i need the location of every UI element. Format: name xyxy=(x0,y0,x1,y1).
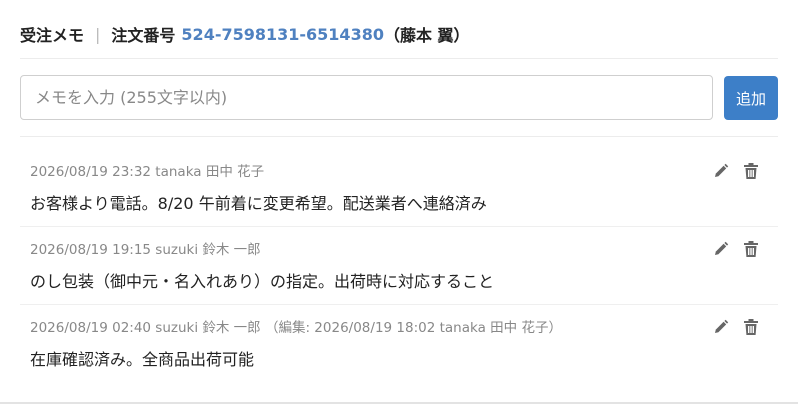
order-number-label: 注文番号 xyxy=(111,26,176,45)
pencil-icon[interactable] xyxy=(712,162,730,180)
memo-text: お客様より電話。8/20 午前着に変更希望。配送業者へ連絡済み xyxy=(30,194,487,213)
input-divider xyxy=(20,136,778,137)
order-number-link[interactable]: 524-7598131-6514380 xyxy=(181,25,384,44)
memo-item: 2026/08/19 19:15 suzuki 鈴木 一郎 のし包装（御中元・名… xyxy=(20,238,778,305)
memo-meta: 2026/08/19 02:40 suzuki 鈴木 一郎 （編集: 2026/… xyxy=(30,320,562,336)
trash-icon[interactable] xyxy=(742,240,760,258)
add-memo-button[interactable]: 追加 xyxy=(724,76,778,120)
memo-actions xyxy=(712,162,760,180)
memo-item: 2026/08/19 02:40 suzuki 鈴木 一郎 （編集: 2026/… xyxy=(20,316,778,376)
memo-text: のし包装（御中元・名入れあり）の指定。出荷時に対応すること xyxy=(30,272,495,291)
trash-icon[interactable] xyxy=(742,162,760,180)
customer-name: （藤本 翼） xyxy=(383,26,470,45)
memo-actions xyxy=(712,318,760,336)
memo-item: 2026/08/19 23:32 tanaka 田中 花子 お客様より電話。8/… xyxy=(20,160,778,227)
memo-meta: 2026/08/19 23:32 tanaka 田中 花子 xyxy=(30,164,265,180)
panel-title: 受注メモ xyxy=(20,26,85,45)
header-separator: | xyxy=(95,24,101,44)
memo-text: 在庫確認済み。全商品出荷可能 xyxy=(30,350,255,369)
pencil-icon[interactable] xyxy=(712,240,730,258)
trash-icon[interactable] xyxy=(742,318,760,336)
memo-actions xyxy=(712,240,760,258)
header-divider xyxy=(20,58,778,59)
pencil-icon[interactable] xyxy=(712,318,730,336)
memo-input[interactable] xyxy=(20,75,713,120)
panel-header: 受注メモ | 注文番号 524-7598131-6514380 （藤本 翼） xyxy=(20,20,470,48)
order-memo-panel: 受注メモ | 注文番号 524-7598131-6514380 （藤本 翼） 追… xyxy=(0,0,798,404)
memo-meta: 2026/08/19 19:15 suzuki 鈴木 一郎 xyxy=(30,242,261,258)
